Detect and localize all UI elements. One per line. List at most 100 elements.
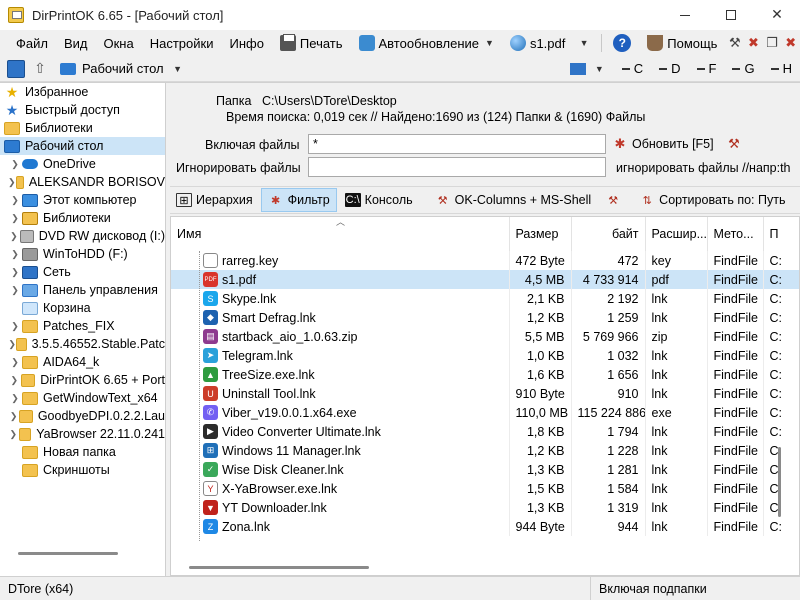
expand-caret-icon[interactable]: ❯ [8, 393, 22, 404]
tree-item[interactable]: ❯ DVD RW дисковод (I:) [0, 227, 165, 245]
table-row[interactable]: ✆ Viber_v19.0.0.1.x64.exe 110,0 MB 115 224 … [171, 403, 799, 422]
tree-item[interactable]: Рабочий стол [0, 137, 165, 155]
tree-item[interactable]: Корзина [0, 299, 165, 317]
tree-item[interactable]: ❯ WinToHDD (F:) [0, 245, 165, 263]
tree-item[interactable]: ❯ YaBrowser 22.11.0.241 [0, 425, 165, 443]
help-about-button[interactable]: ? [605, 34, 639, 52]
file-name: YT Downloader.lnk [222, 500, 327, 515]
tree-item[interactable]: Скриншоты [0, 461, 165, 479]
tree-item[interactable]: ❯ AIDA64_k [0, 353, 165, 371]
expand-caret-icon[interactable]: ❯ [8, 321, 22, 332]
table-row[interactable]: ⊞ Windows 11 Manager.lnk 1,2 KB 1 228 lnk Fin… [171, 441, 799, 460]
ignore-files-input[interactable] [308, 157, 606, 177]
tree-scrollbar[interactable] [18, 552, 118, 555]
table-row[interactable]: PDF s1.pdf 4,5 MB 4 733 914 pdf FindFile C: [171, 270, 799, 289]
sort-tools-button[interactable]: ⚒ [599, 188, 631, 212]
close-doc-icon[interactable]: ✖ [747, 34, 760, 52]
drive-f-button[interactable]: F [696, 61, 716, 76]
expand-caret-icon[interactable]: ❯ [8, 375, 21, 386]
col-ext[interactable]: Расшир... [645, 217, 708, 251]
tree-item[interactable]: ❯ Библиотеки [0, 209, 165, 227]
tree-item[interactable]: ❯ 3.5.5.46552.Stable.Patc [0, 335, 165, 353]
tree-item[interactable]: ❯ Панель управления [0, 281, 165, 299]
drive-d-button[interactable]: D [659, 61, 681, 76]
expand-caret-icon[interactable]: ❯ [8, 339, 16, 350]
tree-item[interactable]: ★ Быстрый доступ [0, 101, 165, 119]
up-folder-icon[interactable]: ⇧ [31, 60, 49, 78]
refresh-button[interactable]: ✱ Обновить [F5] [612, 136, 714, 152]
drive-c-button[interactable]: C [621, 61, 643, 76]
close-window-icon[interactable]: ✖ [784, 34, 797, 52]
expand-caret-icon[interactable]: ❯ [8, 267, 22, 278]
table-row[interactable]: ◆ Smart Defrag.lnk 1,2 KB 1 259 lnk FindFile C… [171, 308, 799, 327]
table-row[interactable]: U Uninstall Tool.lnk 910 Byte 910 lnk FindFil… [171, 384, 799, 403]
tree-item[interactable]: Библиотеки [0, 119, 165, 137]
menu-windows[interactable]: Окна [96, 36, 142, 51]
tree-item[interactable]: ❯ OneDrive [0, 155, 165, 173]
hammer-icon[interactable]: ⚒ [725, 135, 743, 153]
table-row[interactable]: ➤ Telegram.lnk 1,0 KB 1 032 lnk FindFile C: [171, 346, 799, 365]
table-row[interactable]: ✓ Wise Disk Cleaner.lnk 1,3 KB 1 281 lnk Find… [171, 460, 799, 479]
table-row[interactable]: ▶ Video Converter Ultimate.lnk 1,8 KB 1 794… [171, 422, 799, 441]
table-row[interactable]: Y X-YaBrowser.exe.lnk 1,5 KB 1 584 lnk FindFi… [171, 479, 799, 498]
tree-item[interactable]: ★ Избранное [0, 83, 165, 101]
autoupdate-button[interactable]: Автообновление ▼ [351, 35, 502, 51]
table-row[interactable]: Z Zona.lnk 944 Byte 944 lnk FindFile C: [171, 517, 799, 536]
col-method[interactable]: Мето... [707, 217, 764, 251]
minimize-button[interactable] [662, 0, 708, 30]
table-row[interactable]: S Skype.lnk 2,1 KB 2 192 lnk FindFile C: [171, 289, 799, 308]
expand-caret-icon[interactable]: ❯ [8, 357, 22, 368]
sort-button[interactable]: ⇅ Сортировать по: Путь [633, 188, 791, 212]
expand-caret-icon[interactable]: ❯ [8, 429, 19, 440]
col-size[interactable]: Размер [509, 217, 572, 251]
col-name[interactable]: Имя ︿ [171, 217, 510, 251]
include-files-input[interactable]: * [308, 134, 606, 154]
menu-view[interactable]: Вид [56, 36, 96, 51]
monitor-icon[interactable] [569, 62, 586, 75]
horizontal-scrollbar[interactable] [189, 566, 369, 569]
table-row[interactable]: ▤ startback_aio_1.0.63.zip 5,5 MB 5 769 966… [171, 327, 799, 346]
menu-info[interactable]: Инфо [221, 36, 271, 51]
tree-item[interactable]: Новая папка [0, 443, 165, 461]
menu-file[interactable]: Файл [8, 36, 56, 51]
vertical-scrollbar[interactable] [778, 447, 781, 517]
tree-item[interactable]: ❯ ALEKSANDR BORISOV [0, 173, 165, 191]
tab-hierarchy[interactable]: ⊞ Иерархия [170, 188, 259, 212]
tree-item[interactable]: ❯ DirPrintOK 6.65 + Port [0, 371, 165, 389]
document-selector[interactable]: s1.pdf ▼ [502, 35, 597, 51]
expand-caret-icon[interactable]: ❯ [8, 231, 20, 242]
expand-caret-icon[interactable]: ❯ [8, 213, 22, 224]
maximize-button[interactable] [708, 0, 754, 30]
expand-caret-icon[interactable]: ❯ [8, 249, 22, 260]
expand-caret-icon[interactable]: ❯ [8, 195, 22, 206]
tree-item[interactable]: ❯ Сеть [0, 263, 165, 281]
path-combobox[interactable]: Рабочий стол ▼ [60, 59, 182, 79]
tab-filter[interactable]: ✱ Фильтр [260, 188, 337, 212]
view-toggle-icon[interactable] [7, 59, 25, 78]
title-bar[interactable]: DirPrintOK 6.65 - [Рабочий стол] ✕ [0, 0, 800, 30]
close-button[interactable]: ✕ [754, 0, 800, 30]
chevron-down-icon[interactable]: ▼ [595, 64, 604, 74]
ok-columns-button[interactable]: ⚒ OK-Columns + MS-Shell [429, 188, 598, 212]
print-button[interactable]: Печать [272, 34, 351, 51]
restore-doc-icon[interactable]: ❐ [766, 34, 779, 52]
table-row[interactable]: ▼ YT Downloader.lnk 1,3 KB 1 319 lnk FindFile… [171, 498, 799, 517]
tools-icon[interactable]: ⚒ [728, 34, 741, 52]
tree-item[interactable]: ❯ Patches_FIX [0, 317, 165, 335]
menu-settings[interactable]: Настройки [142, 36, 222, 51]
expand-caret-icon[interactable]: ❯ [8, 411, 19, 422]
drive-g-button[interactable]: G [732, 61, 755, 76]
expand-caret-icon[interactable]: ❯ [8, 159, 22, 170]
table-row[interactable]: ▲ TreeSize.exe.lnk 1,6 KB 1 656 lnk FindFile C… [171, 365, 799, 384]
col-path[interactable]: П [763, 217, 799, 251]
help-button[interactable]: Помощь [639, 35, 725, 51]
table-row[interactable]: rarreg.key 472 Byte 472 key FindFile C: [171, 251, 799, 270]
tree-item[interactable]: ❯ Этот компьютер [0, 191, 165, 209]
col-bytes[interactable]: байт [571, 217, 646, 251]
tree-item[interactable]: ❯ GetWindowText_x64 [0, 389, 165, 407]
drive-h-button[interactable]: H [770, 61, 792, 76]
expand-caret-icon[interactable]: ❯ [8, 285, 22, 296]
tree-item[interactable]: ❯ GoodbyeDPI.0.2.2.Lau [0, 407, 165, 425]
tab-console[interactable]: C:\ Консоль [339, 188, 419, 212]
expand-caret-icon[interactable]: ❯ [8, 177, 16, 188]
